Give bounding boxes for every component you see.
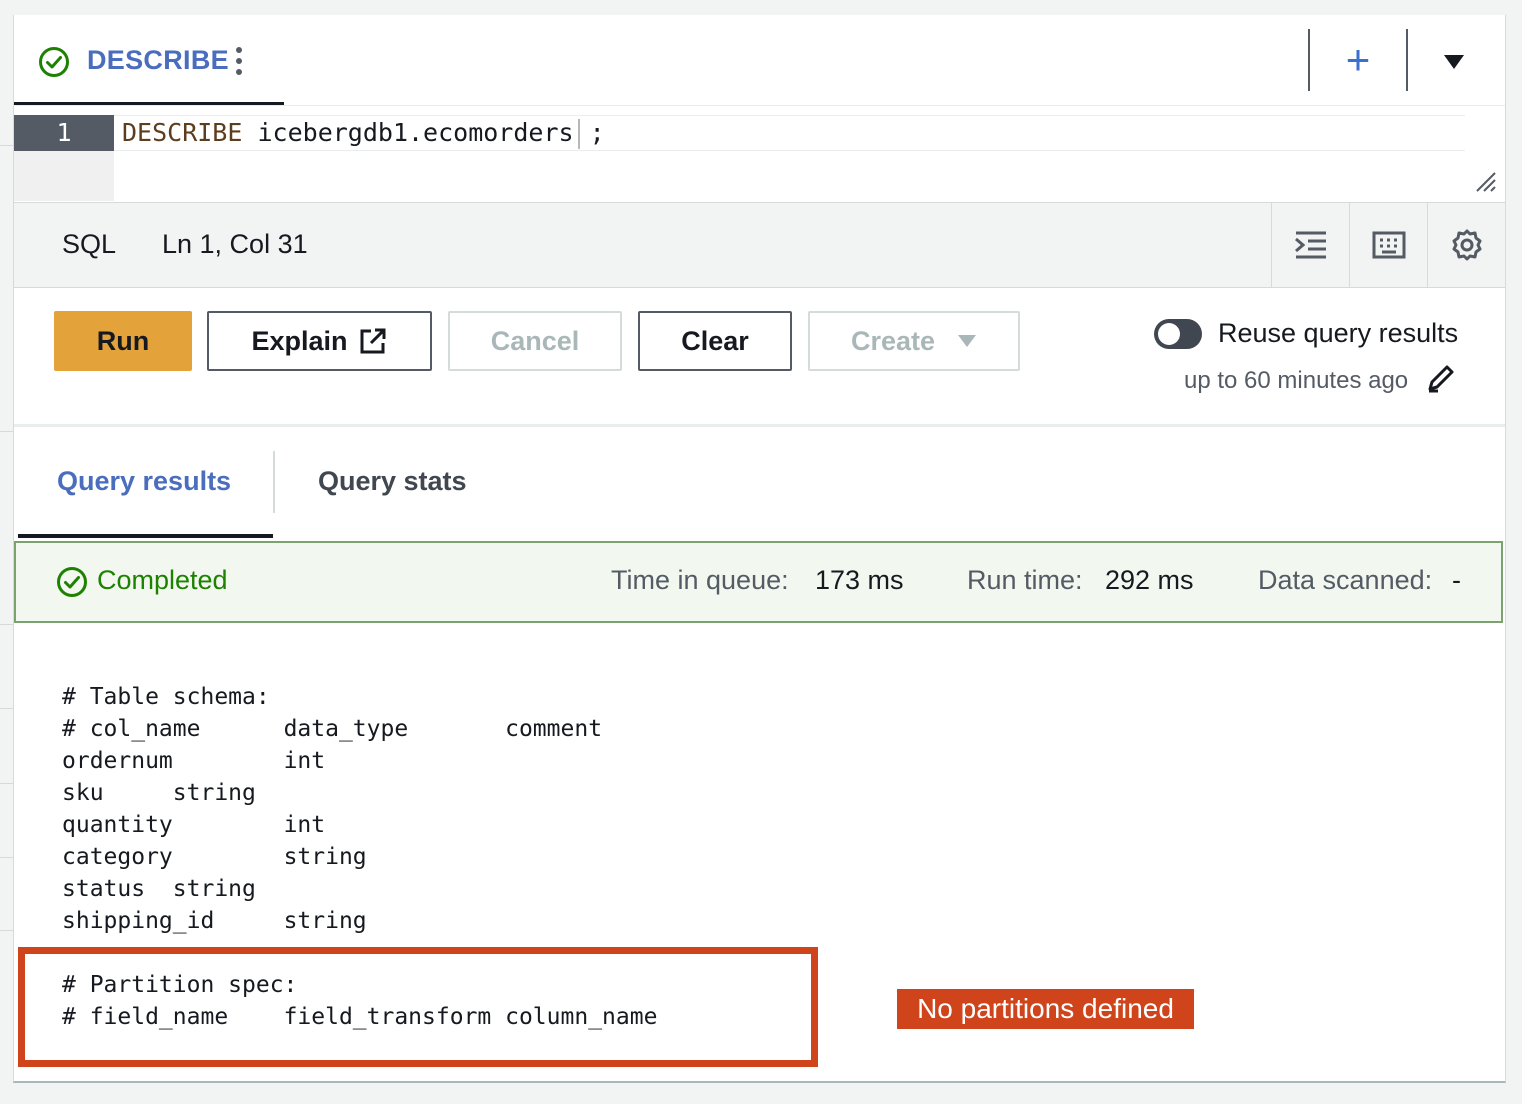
- status-text: Completed: [97, 565, 228, 595]
- schema-row: quantity int: [62, 812, 326, 838]
- query-tab-describe[interactable]: DESCRIBE: [14, 15, 284, 105]
- text-cursor: [577, 119, 580, 149]
- section-divider: [14, 424, 1505, 427]
- reuse-results-label: Reuse query results: [1218, 318, 1459, 348]
- edge-tick: [0, 431, 13, 432]
- queue-time-value: 173 ms: [815, 565, 904, 595]
- external-link-icon: [360, 328, 386, 354]
- edge-tick: [0, 857, 13, 858]
- keyboard-shortcuts-button[interactable]: [1349, 203, 1427, 287]
- cancel-button[interactable]: Cancel: [448, 311, 622, 371]
- indent-icon: [1294, 231, 1326, 259]
- edge-tick: [0, 708, 13, 709]
- schema-row: ordernum int: [62, 748, 326, 774]
- tab-separator: [273, 451, 275, 513]
- check-circle-icon: [39, 47, 69, 77]
- results-output: # Table schema: # col_name data_type comm…: [62, 681, 602, 937]
- data-scanned-label: Data scanned:: [1258, 565, 1433, 595]
- sql-terminator: ;: [589, 118, 605, 147]
- check-circle-icon: [57, 567, 87, 597]
- annotation-highlight-box: [18, 947, 818, 1067]
- reuse-results-window: up to 60 minutes ago: [1184, 367, 1409, 394]
- toggle-knob: [1158, 323, 1180, 345]
- edge-tick: [0, 624, 13, 625]
- run-button[interactable]: Run: [54, 311, 192, 371]
- explain-button[interactable]: Explain: [207, 311, 432, 371]
- sql-editor[interactable]: 1 DESCRIBE icebergdb1.ecomorders;: [14, 115, 1505, 201]
- annotation-label: No partitions defined: [897, 989, 1194, 1029]
- data-scanned-value: -: [1452, 565, 1461, 595]
- query-tab-name: DESCRIBE: [87, 45, 229, 75]
- caret-down-icon: [958, 335, 977, 347]
- format-query-button[interactable]: [1271, 203, 1349, 287]
- editor-settings-button[interactable]: [1427, 203, 1505, 287]
- run-time-label: Run time:: [967, 565, 1083, 595]
- code-line[interactable]: DESCRIBE icebergdb1.ecomorders;: [122, 115, 605, 151]
- reuse-results-toggle[interactable]: [1154, 319, 1202, 349]
- keyboard-icon: [1372, 231, 1405, 259]
- gear-icon: [1452, 229, 1481, 261]
- tab-query-stats[interactable]: Query stats: [318, 466, 467, 497]
- separator: [1406, 29, 1408, 91]
- more-actions-icon[interactable]: [232, 45, 246, 77]
- query-status-banner: Completed Time in queue: 173 ms Run time…: [14, 541, 1503, 623]
- explain-label: Explain: [251, 325, 348, 356]
- resize-handle-icon[interactable]: [1474, 170, 1496, 192]
- edge-tick: [0, 145, 13, 146]
- edge-tick: [0, 783, 13, 784]
- schema-row: shipping_id string: [62, 908, 367, 934]
- add-query-tab-button[interactable]: +: [1334, 39, 1382, 81]
- create-button[interactable]: Create: [808, 311, 1020, 371]
- schema-header: # Table schema:: [62, 684, 270, 710]
- active-tab-indicator: [18, 534, 273, 538]
- clear-button[interactable]: Clear: [638, 311, 792, 371]
- language-indicator: SQL: [62, 229, 117, 259]
- separator: [1308, 29, 1310, 91]
- sql-identifier: icebergdb1.ecomorders: [257, 118, 574, 147]
- schema-row: category string: [62, 844, 367, 870]
- run-time-value: 292 ms: [1105, 565, 1194, 595]
- caret-down-icon[interactable]: [1442, 52, 1466, 72]
- schema-row: sku string: [62, 780, 256, 806]
- edge-tick: [0, 930, 13, 931]
- columns-header: # col_name data_type comment: [62, 716, 603, 742]
- query-editor-panel: DESCRIBE + 1 DESCRIBE icebergdb1.ecomord…: [13, 15, 1506, 1083]
- edit-pencil-icon[interactable]: [1426, 363, 1456, 393]
- query-tab-bar: DESCRIBE +: [14, 15, 1505, 106]
- line-number: 1: [14, 115, 114, 151]
- sql-keyword: DESCRIBE: [122, 118, 243, 147]
- create-label: Create: [850, 325, 936, 356]
- queue-time-label: Time in queue:: [611, 565, 789, 595]
- schema-row: status string: [62, 876, 256, 902]
- cursor-position: Ln 1, Col 31: [162, 229, 308, 259]
- editor-status-bar: SQL Ln 1, Col 31: [14, 202, 1505, 288]
- tab-query-results[interactable]: Query results: [57, 466, 231, 497]
